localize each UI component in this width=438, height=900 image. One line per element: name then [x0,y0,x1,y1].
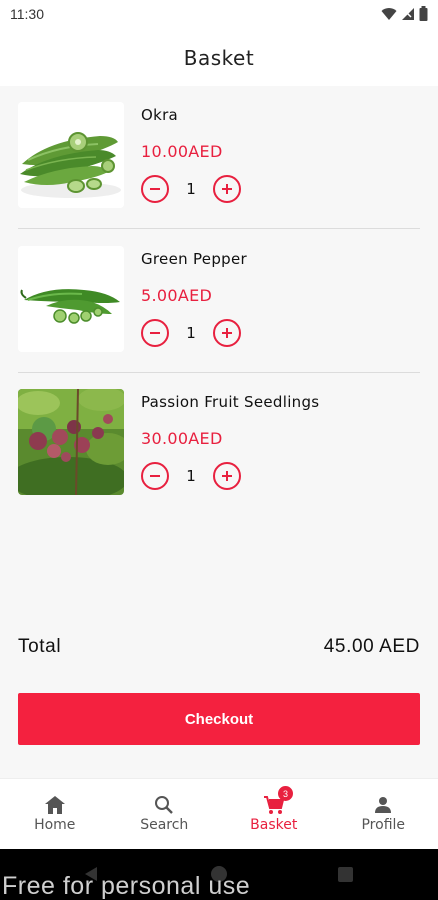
nav-item-search[interactable]: Search [110,779,220,849]
nav-item-basket[interactable]: 3 Basket [219,779,329,849]
person-icon [375,797,392,813]
total-value: 45.00 AED [323,636,420,657]
battery-icon [419,6,428,21]
nav-label: Home [34,817,76,833]
decrease-quantity-button[interactable] [141,462,169,490]
quantity-stepper: 1 [141,319,241,347]
minus-icon [150,188,160,190]
increase-quantity-button[interactable] [213,319,241,347]
nav-label: Basket [250,817,298,833]
plus-icon [222,471,232,481]
basket-item-green-pepper: Green Pepper 5.00AED 1 [18,230,420,374]
nav-label: Search [140,817,189,833]
basket-list: Okra 10.00AED 1 Green Pepper 5.00AED 1 P… [0,86,438,778]
bottom-nav: Home Search 3 Basket Profile [0,778,438,849]
increase-quantity-button[interactable] [213,462,241,490]
status-icons [381,6,428,21]
item-price: 5.00AED [141,286,213,305]
nav-label: Profile [361,817,406,833]
recents-icon[interactable] [338,867,353,882]
item-price: 10.00AED [141,142,223,161]
item-name: Green Pepper [141,250,247,268]
quantity-value: 1 [186,180,196,198]
item-price: 30.00AED [141,429,223,448]
page-title: Basket [183,46,255,70]
quantity-value: 1 [186,324,196,342]
status-time: 11:30 [10,6,44,22]
quantity-value: 1 [186,467,196,485]
item-name: Okra [141,106,179,124]
product-image-green-pepper [18,246,124,352]
basket-item-passion-fruit: Passion Fruit Seedlings 30.00AED 1 [18,373,420,517]
minus-icon [150,475,160,477]
status-bar: 11:30 [0,0,438,30]
item-divider [18,228,420,229]
nav-item-home[interactable]: Home [0,779,110,849]
search-icon [155,796,174,814]
total-label: Total [18,636,62,657]
total-row: Total 45.00 AED [18,636,420,658]
wifi-icon [381,7,397,20]
quantity-stepper: 1 [141,175,241,203]
decrease-quantity-button[interactable] [141,175,169,203]
home-icon [44,796,65,814]
plus-icon [222,328,232,338]
decrease-quantity-button[interactable] [141,319,169,347]
nav-item-profile[interactable]: Profile [329,779,438,849]
watermark-text: Free for personal use [2,872,251,900]
product-image-okra [18,102,124,208]
item-name: Passion Fruit Seedlings [141,393,320,411]
cart-count-badge: 3 [278,786,293,801]
signal-icon [402,7,414,20]
quantity-stepper: 1 [141,462,241,490]
basket-item-okra: Okra 10.00AED 1 [18,86,420,230]
plus-icon [222,184,232,194]
product-image-passion-fruit [18,389,124,495]
minus-icon [150,332,160,334]
increase-quantity-button[interactable] [213,175,241,203]
checkout-button[interactable]: Checkout [18,693,420,745]
app-header: Basket [0,30,438,86]
